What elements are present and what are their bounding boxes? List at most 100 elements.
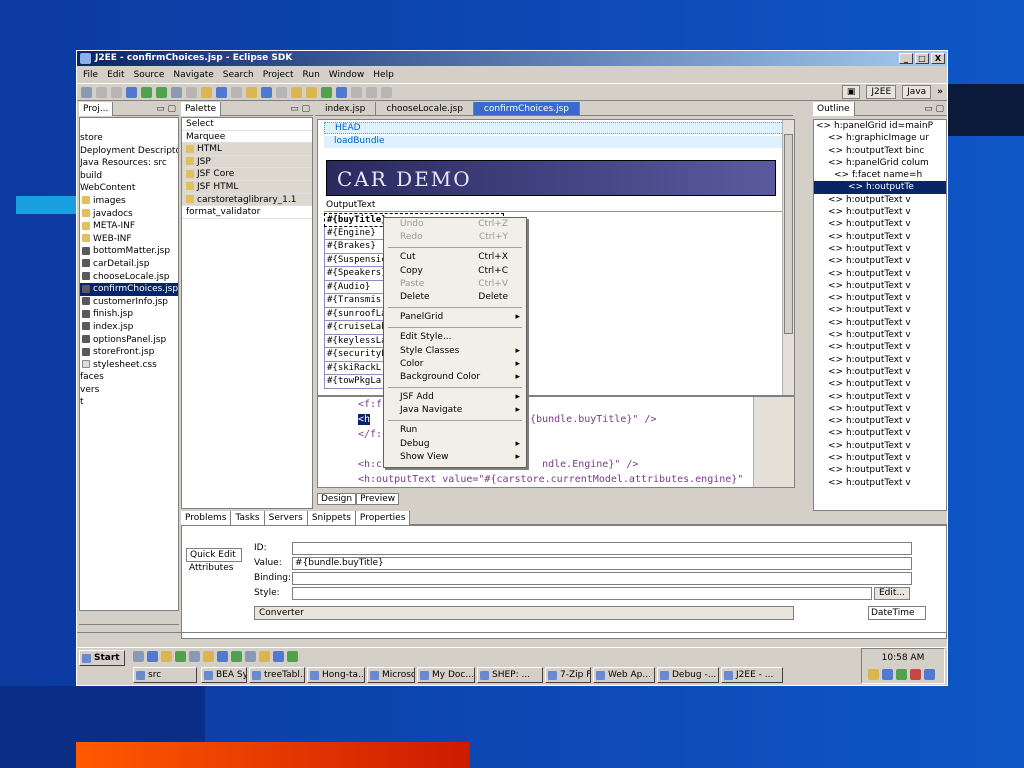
back-icon[interactable]: [291, 86, 302, 98]
external-tools-icon[interactable]: [156, 86, 167, 98]
outline-item[interactable]: <> h:outputText v: [814, 292, 946, 304]
outline-item[interactable]: <> h:outputText v: [814, 366, 946, 378]
loadbundle-element[interactable]: loadBundle: [324, 136, 786, 148]
debug-icon[interactable]: [126, 86, 137, 98]
project-panel-tab[interactable]: Proj...: [79, 102, 114, 116]
outline-item[interactable]: <> h:outputText v: [814, 255, 946, 267]
outline-item[interactable]: <> h:outputText v: [814, 452, 946, 464]
menu-navigate[interactable]: Navigate: [173, 67, 213, 83]
taskbar-button[interactable]: Debug -...: [657, 667, 719, 683]
outline-item[interactable]: <> h:outputText v: [814, 317, 946, 329]
context-menu-item-background-color[interactable]: Background Color ▸: [384, 371, 526, 384]
bottom-tab-tasks[interactable]: Tasks: [231, 511, 265, 525]
context-menu-item-delete[interactable]: Delete Delete: [384, 291, 526, 304]
quick-launch-icon[interactable]: [231, 651, 242, 662]
project-tree-item[interactable]: carDetail.jsp: [80, 258, 178, 271]
layout-icon[interactable]: [321, 86, 332, 98]
palette-panel-controls[interactable]: ▭ ▢: [290, 102, 310, 116]
search-icon[interactable]: [216, 86, 227, 98]
quick-launch-icon[interactable]: [161, 651, 172, 662]
palette-item[interactable]: Marquee: [182, 131, 312, 144]
taskbar-button[interactable]: treeTabl...: [249, 667, 305, 683]
outline-panel-controls[interactable]: ▭ ▢: [924, 102, 944, 116]
taskbar-button[interactable]: Web Ap...: [593, 667, 655, 683]
network-icon[interactable]: [896, 669, 907, 680]
menu-run[interactable]: Run: [303, 67, 320, 83]
outline-item[interactable]: <> h:outputText v: [814, 341, 946, 353]
project-tree-item[interactable]: chooseLocale.jsp: [80, 271, 178, 284]
new-icon[interactable]: [81, 86, 92, 98]
server-icon[interactable]: [201, 86, 212, 98]
context-menu-item-debug[interactable]: Debug ▸: [384, 438, 526, 451]
menu-source[interactable]: Source: [134, 67, 165, 83]
context-menu-item-undo[interactable]: Undo Ctrl+Z: [384, 218, 526, 231]
context-menu-item-show-view[interactable]: Show View ▸: [384, 451, 526, 464]
design-vscroll[interactable]: [782, 120, 794, 395]
taskbar-button[interactable]: Hong-ta...: [307, 667, 365, 683]
menu-window[interactable]: Window: [329, 67, 365, 83]
datetime-select[interactable]: DateTime: [868, 606, 926, 620]
outline-panel-tab[interactable]: Outline: [813, 102, 855, 116]
output-text-element[interactable]: OutputText: [324, 200, 786, 212]
project-tree-item[interactable]: faces: [80, 371, 178, 384]
taskbar-button[interactable]: My Doc...: [417, 667, 475, 683]
palette-item[interactable]: format_validator: [182, 206, 312, 219]
quick-launch-icon[interactable]: [133, 651, 144, 662]
palette-item[interactable]: Select: [182, 118, 312, 131]
outline-item[interactable]: <> h:outputText v: [814, 304, 946, 316]
editor-tab[interactable]: chooseLocale.jsp: [376, 102, 474, 115]
project-tree-item[interactable]: confirmChoices.jsp: [80, 283, 178, 296]
menu-project[interactable]: Project: [263, 67, 294, 83]
save-icon[interactable]: [96, 86, 107, 98]
car-demo-banner[interactable]: CAR DEMO: [326, 160, 776, 196]
project-tree-item[interactable]: javadocs: [80, 208, 178, 221]
context-menu-item-redo[interactable]: Redo Ctrl+Y: [384, 231, 526, 244]
project-tree-item[interactable]: META-INF: [80, 220, 178, 233]
outline-item[interactable]: <> h:outputText v: [814, 280, 946, 292]
outline-item[interactable]: <> h:outputText v: [814, 329, 946, 341]
palette-item[interactable]: JSF HTML: [182, 180, 312, 194]
palette-item[interactable]: carstoretaglibrary_1.1: [182, 193, 312, 207]
design-tab[interactable]: Design: [317, 493, 357, 505]
outline-item[interactable]: <> h:outputText v: [814, 427, 946, 439]
project-tree-item[interactable]: vers: [80, 384, 178, 397]
value-field[interactable]: #{bundle.buyTitle}: [292, 557, 912, 570]
quick-launch-icon[interactable]: [287, 651, 298, 662]
project-tree-item[interactable]: Java Resources: src: [80, 157, 178, 170]
bottom-tab-problems[interactable]: Problems: [181, 511, 232, 525]
security-icon[interactable]: [882, 669, 893, 680]
alert-icon[interactable]: [910, 669, 921, 680]
context-menu-item-style-classes[interactable]: Style Classes ▸: [384, 345, 526, 358]
quick-launch-icon[interactable]: [259, 651, 270, 662]
context-menu-item-copy[interactable]: Copy Ctrl+C: [384, 265, 526, 278]
palette-panel-tab[interactable]: Palette: [181, 102, 222, 116]
outline-item[interactable]: <> h:outputText v: [814, 206, 946, 218]
globe-icon[interactable]: [261, 86, 272, 98]
project-tree-item[interactable]: WebContent: [80, 182, 178, 195]
outline-item[interactable]: <> h:outputText v: [814, 268, 946, 280]
bottom-tab-snippets[interactable]: Snippets: [307, 511, 356, 525]
editor-tab[interactable]: index.jsp: [315, 102, 377, 115]
menu-edit[interactable]: Edit: [107, 67, 124, 83]
volume-icon[interactable]: [868, 669, 879, 680]
project-tree-item[interactable]: optionsPanel.jsp: [80, 334, 178, 347]
quick-edit-tab[interactable]: Quick Edit: [186, 548, 242, 562]
taskbar-button[interactable]: J2EE - ...: [721, 667, 783, 683]
taskbar-button[interactable]: Microsof...: [367, 667, 415, 683]
close-button[interactable]: X: [931, 53, 945, 64]
more-perspectives-chevron[interactable]: »: [937, 87, 943, 97]
taskbar-button[interactable]: BEA Sys...: [201, 667, 247, 683]
outline-item[interactable]: <> h:outputText v: [814, 218, 946, 230]
palette-item[interactable]: JSF Core: [182, 168, 312, 181]
project-tree-item[interactable]: WEB-INF: [80, 233, 178, 246]
minimize-button[interactable]: _: [899, 53, 913, 64]
outline-item[interactable]: <> h:outputText v: [814, 243, 946, 255]
taskbar-button[interactable]: SHEP: ...: [477, 667, 543, 683]
outline-item[interactable]: <> h:outputText v: [814, 440, 946, 452]
project-tree-item[interactable]: customerInfo.jsp: [80, 296, 178, 309]
style-field[interactable]: [292, 587, 872, 600]
context-menu-item-paste[interactable]: Paste Ctrl+V: [384, 278, 526, 291]
outline-item[interactable]: <> h:outputText v: [814, 194, 946, 206]
outline-item[interactable]: <> h:outputText v: [814, 464, 946, 476]
context-menu-item-color[interactable]: Color ▸: [384, 358, 526, 371]
